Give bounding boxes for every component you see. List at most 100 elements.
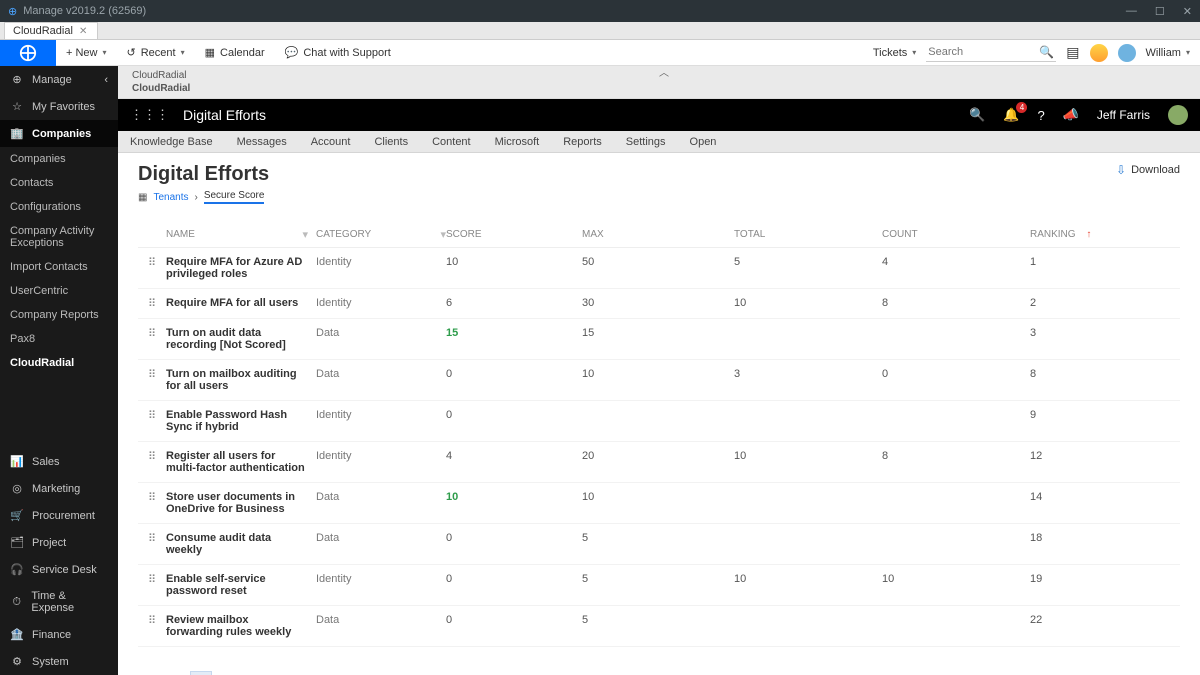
new-button[interactable]: + New▾: [56, 47, 117, 59]
drag-handle-icon[interactable]: ⠿: [138, 368, 166, 392]
close-button[interactable]: ✕: [1183, 5, 1192, 18]
sidebar-item-marketing[interactable]: ◎Marketing: [0, 475, 118, 502]
maximize-button[interactable]: ☐: [1155, 5, 1165, 18]
th-ranking[interactable]: RANKING: [1030, 229, 1076, 240]
tab-microsoft[interactable]: Microsoft: [495, 136, 540, 148]
sidebar-item-cloudradial[interactable]: CloudRadial: [0, 351, 118, 375]
calendar-button[interactable]: ▦ Calendar: [195, 46, 275, 59]
sidebar-item-configurations[interactable]: Configurations: [0, 195, 118, 219]
table-row[interactable]: ⠿Turn on audit data recording [Not Score…: [138, 319, 1180, 360]
th-name[interactable]: NAME: [166, 229, 195, 240]
filter-icon[interactable]: ▾: [302, 228, 308, 241]
announce-icon[interactable]: 📣: [1063, 107, 1079, 123]
nav-favorites[interactable]: ☆My Favorites: [0, 93, 118, 120]
minimize-button[interactable]: —: [1126, 5, 1137, 18]
cell-score: 0: [446, 368, 582, 392]
tab-account[interactable]: Account: [311, 136, 351, 148]
drag-handle-icon[interactable]: ⠿: [138, 573, 166, 597]
nav-icon: 🗂: [10, 536, 24, 549]
download-icon: ⇩: [1116, 163, 1126, 177]
app-logo[interactable]: [0, 40, 56, 66]
chevron-left-icon[interactable]: ‹: [104, 74, 108, 86]
th-total[interactable]: TOTAL: [734, 229, 765, 240]
tab-knowledge-base[interactable]: Knowledge Base: [130, 136, 213, 148]
tickets-button[interactable]: Tickets▾: [873, 47, 916, 59]
table-row[interactable]: ⠿Turn on mailbox auditing for all usersD…: [138, 360, 1180, 401]
th-count[interactable]: COUNT: [882, 229, 918, 240]
th-score[interactable]: SCORE: [446, 229, 482, 240]
cell-category: Identity: [316, 573, 446, 597]
search-icon[interactable]: 🔍: [969, 107, 985, 123]
table-row[interactable]: ⠿Require MFA for Azure AD privileged rol…: [138, 248, 1180, 289]
sidebar-item-import-contacts[interactable]: Import Contacts: [0, 255, 118, 279]
sidebar-item-pax8[interactable]: Pax8: [0, 327, 118, 351]
tab-open[interactable]: Open: [690, 136, 717, 148]
cell-name: Require MFA for all users: [166, 297, 316, 310]
table-row[interactable]: ⠿Enable self-service password resetIdent…: [138, 565, 1180, 606]
search-input[interactable]: [926, 43, 1056, 62]
grid-icon[interactable]: ▦: [138, 192, 147, 203]
board-icon[interactable]: ▤: [1066, 44, 1079, 61]
chevron-up-icon[interactable]: ︿: [659, 66, 669, 79]
sidebar-item-service-desk[interactable]: 🎧Service Desk: [0, 556, 118, 583]
assist-icon[interactable]: [1090, 44, 1108, 62]
drag-handle-icon[interactable]: ⠿: [138, 491, 166, 515]
tab-content[interactable]: Content: [432, 136, 471, 148]
apps-icon[interactable]: ⋮⋮⋮: [130, 107, 169, 123]
drag-handle-icon[interactable]: ⠿: [138, 327, 166, 351]
cell-name: Turn on mailbox auditing for all users: [166, 368, 316, 392]
help-icon[interactable]: ?: [1037, 108, 1044, 123]
tab-settings[interactable]: Settings: [626, 136, 666, 148]
notifications-button[interactable]: 🔔4: [1003, 107, 1019, 123]
cell-max: 5: [582, 573, 734, 597]
drag-handle-icon[interactable]: ⠿: [138, 297, 166, 310]
cell-category: Identity: [316, 297, 446, 310]
breadcrumb-tenants[interactable]: Tenants: [153, 192, 188, 203]
chat-label: Chat with Support: [303, 47, 390, 59]
download-button[interactable]: ⇩ Download: [1116, 163, 1180, 177]
user-avatar[interactable]: [1118, 44, 1136, 62]
search-icon[interactable]: 🔍: [1039, 45, 1054, 59]
sidebar-item-usercentric[interactable]: UserCentric: [0, 279, 118, 303]
tab-messages[interactable]: Messages: [237, 136, 287, 148]
table-row[interactable]: ⠿Store user documents in OneDrive for Bu…: [138, 483, 1180, 524]
cell-name: Enable self-service password reset: [166, 573, 316, 597]
drag-handle-icon[interactable]: ⠿: [138, 450, 166, 474]
table-row[interactable]: ⠿Enable Password Hash Sync if hybridIden…: [138, 401, 1180, 442]
recent-button[interactable]: ↺ Recent▾: [117, 46, 195, 59]
table-row[interactable]: ⠿Consume audit data weeklyData0518: [138, 524, 1180, 565]
th-category[interactable]: CATEGORY: [316, 229, 371, 240]
drag-handle-icon[interactable]: ⠿: [138, 409, 166, 433]
close-icon[interactable]: ✕: [79, 26, 87, 37]
drag-handle-icon[interactable]: ⠿: [138, 532, 166, 556]
tab-reports[interactable]: Reports: [563, 136, 602, 148]
sidebar-item-procurement[interactable]: 🛒Procurement: [0, 502, 118, 529]
sidebar-item-companies[interactable]: Companies: [0, 147, 118, 171]
nav-manage[interactable]: ⊕Manage ‹: [0, 66, 118, 93]
sidebar-item-finance[interactable]: 🏦Finance: [0, 621, 118, 648]
drag-handle-icon[interactable]: ⠿: [138, 256, 166, 280]
user-menu[interactable]: William▾: [1146, 47, 1190, 59]
doc-tab-cloudradial[interactable]: CloudRadial ✕: [4, 22, 98, 39]
nav-companies[interactable]: 🏢Companies: [0, 120, 118, 147]
chat-button[interactable]: 💬 Chat with Support: [275, 46, 401, 59]
cell-max: [582, 409, 734, 433]
th-max[interactable]: MAX: [582, 229, 604, 240]
sidebar-item-sales[interactable]: 📊Sales: [0, 448, 118, 475]
sidebar-item-time-expense[interactable]: ⏱Time & Expense: [0, 583, 118, 621]
table-row[interactable]: ⠿Review mailbox forwarding rules weeklyD…: [138, 606, 1180, 647]
drag-handle-icon[interactable]: ⠿: [138, 614, 166, 638]
table-row[interactable]: ⠿Register all users for multi-factor aut…: [138, 442, 1180, 483]
header-avatar[interactable]: [1168, 105, 1188, 125]
sort-asc-icon[interactable]: ↑: [1086, 229, 1091, 240]
sidebar-item-project[interactable]: 🗂Project: [0, 529, 118, 556]
sidebar-item-system[interactable]: ⚙System: [0, 648, 118, 675]
tab-clients[interactable]: Clients: [374, 136, 408, 148]
cell-count: [882, 409, 1030, 433]
sidebar-item-company-activity-exceptions[interactable]: Company Activity Exceptions: [0, 219, 118, 255]
sidebar-item-company-reports[interactable]: Company Reports: [0, 303, 118, 327]
pager-page-1[interactable]: 1: [190, 671, 212, 675]
cell-total: 5: [734, 256, 882, 280]
table-row[interactable]: ⠿Require MFA for all usersIdentity630108…: [138, 289, 1180, 319]
sidebar-item-contacts[interactable]: Contacts: [0, 171, 118, 195]
